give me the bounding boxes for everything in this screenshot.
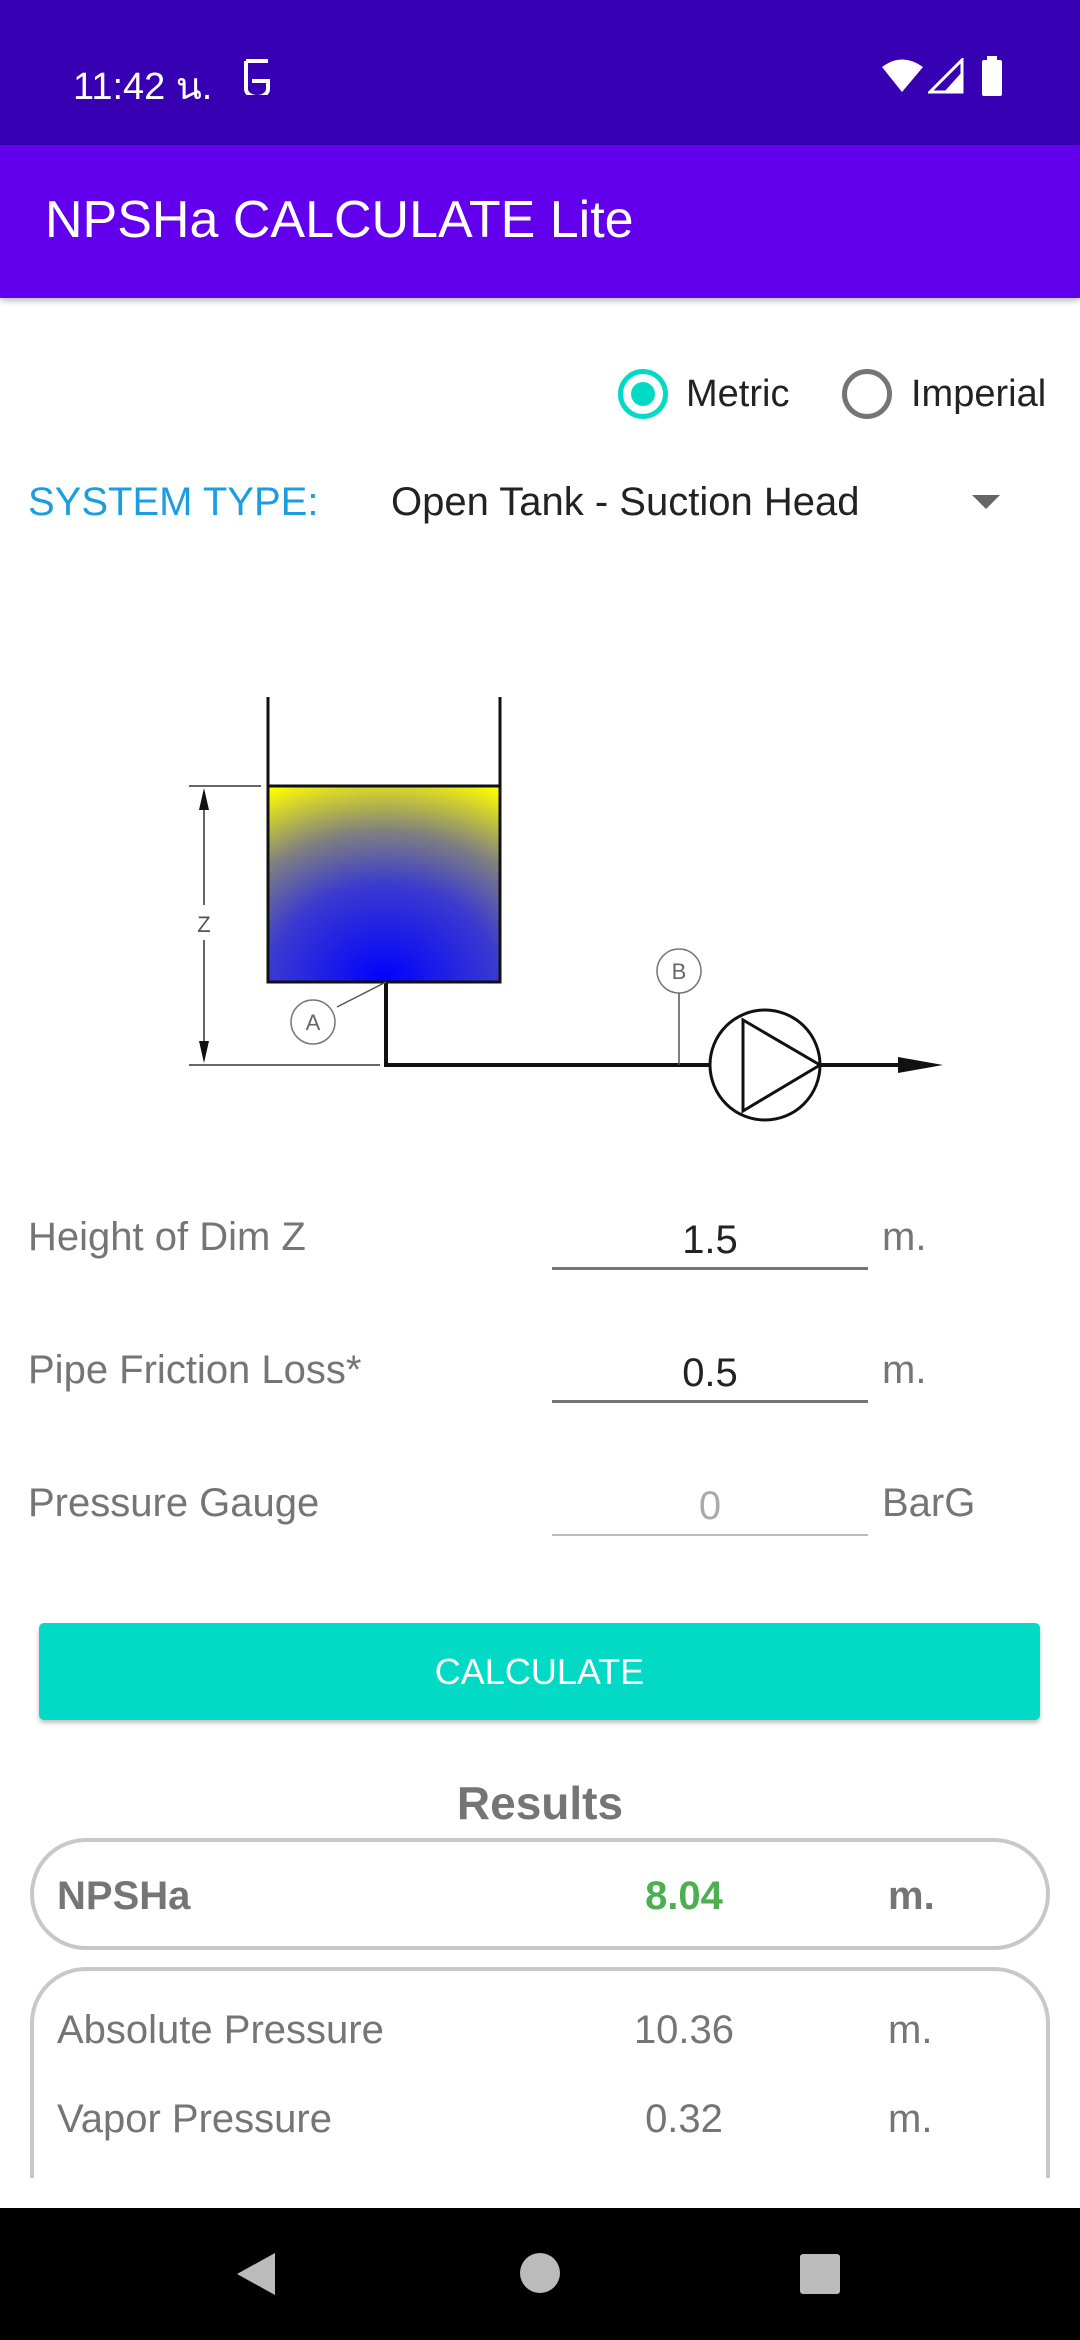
- npsha-result-card: NPSHa 8.04 m.: [30, 1838, 1050, 1950]
- system-type-dropdown[interactable]: Open Tank - Suction Head: [380, 465, 1020, 541]
- suction-pipe: [384, 982, 712, 1067]
- radio-imperial-label: Imperial: [911, 373, 1047, 415]
- friction-input[interactable]: 0.5: [552, 1343, 868, 1403]
- height-unit: m.: [882, 1215, 927, 1259]
- system-type-value: Open Tank - Suction Head: [391, 480, 860, 524]
- absolute-pressure-label: Absolute Pressure: [57, 2008, 384, 2052]
- dim-z-label: Z: [197, 912, 210, 937]
- dropdown-arrow-icon: [972, 495, 1000, 509]
- tank-walls: [266, 697, 502, 786]
- home-icon[interactable]: [519, 2252, 561, 2294]
- npsha-value: 8.04: [645, 1874, 723, 1918]
- absolute-pressure-unit: m.: [888, 2008, 933, 2052]
- status-bar: 11:42 น.: [0, 0, 1080, 145]
- pressure-input[interactable]: 0: [552, 1476, 868, 1536]
- pressure-unit: BarG: [882, 1481, 976, 1525]
- system-diagram: Z A B: [189, 697, 943, 1122]
- npsha-unit: m.: [888, 1874, 935, 1918]
- calculate-button[interactable]: CALCULATE: [39, 1623, 1040, 1720]
- vapor-pressure-label: Vapor Pressure: [57, 2097, 332, 2141]
- back-icon[interactable]: [235, 2251, 279, 2297]
- point-b-label: B: [672, 959, 687, 984]
- app-title: NPSHa CALCULATE Lite: [45, 191, 634, 249]
- battery-icon: [982, 56, 1002, 96]
- navigation-bar: [0, 2208, 1080, 2340]
- vapor-pressure-unit: m.: [888, 2097, 933, 2141]
- height-input[interactable]: 1.5: [552, 1210, 868, 1270]
- signal-icon: [928, 58, 964, 94]
- tank-liquid: [266, 784, 502, 984]
- system-type-label: SYSTEM TYPE:: [28, 480, 319, 524]
- flow-arrow-icon: [898, 1057, 943, 1073]
- radio-metric[interactable]: Metric: [618, 369, 798, 419]
- wifi-icon: [882, 59, 923, 92]
- friction-label: Pipe Friction Loss*: [28, 1348, 362, 1392]
- radio-checked-icon[interactable]: [618, 369, 668, 419]
- recents-icon[interactable]: [800, 2254, 840, 2294]
- absolute-pressure-value: 10.36: [633, 2008, 735, 2052]
- radio-unchecked-icon[interactable]: [842, 369, 892, 419]
- pump-icon: [708, 1008, 822, 1122]
- results-heading: Results: [456, 1777, 624, 1829]
- radio-imperial[interactable]: Imperial: [842, 369, 1062, 419]
- npsha-label: NPSHa: [57, 1874, 191, 1918]
- radio-metric-label: Metric: [686, 373, 790, 415]
- notification-icon: [244, 59, 270, 95]
- friction-unit: m.: [882, 1348, 927, 1392]
- vapor-pressure-value: 0.32: [645, 2097, 723, 2141]
- height-label: Height of Dim Z: [28, 1215, 306, 1259]
- point-a-label: A: [306, 1010, 321, 1035]
- status-time: 11:42 น.: [73, 66, 213, 108]
- pressure-label: Pressure Gauge: [28, 1481, 320, 1525]
